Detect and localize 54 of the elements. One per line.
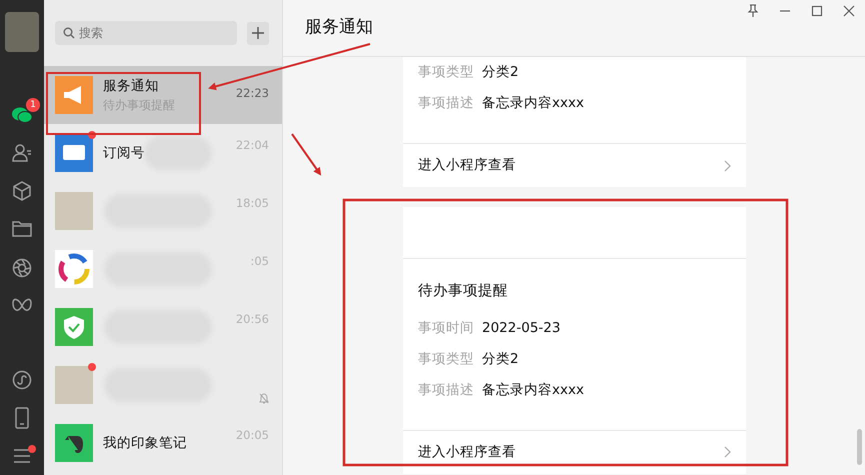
mini-program-icon (12, 370, 32, 390)
search-field[interactable]: 搜索 (55, 21, 237, 45)
shield-icon (55, 308, 93, 346)
link-text: 进入小程序查看 (418, 156, 516, 176)
field-value: 2022-05-23 (482, 318, 560, 338)
field-label: 事项描述 (418, 380, 474, 400)
field-value: 备忘录内容xxxx (482, 380, 584, 400)
message-time: :05 (250, 253, 269, 270)
menu-icon (13, 448, 31, 463)
unread-badge: 1 (26, 98, 40, 112)
photo-placeholder (55, 192, 93, 230)
scrollbar-thumb (857, 429, 862, 465)
chat-list-item[interactable]: 我的印象笔记 20:05 (44, 414, 282, 472)
megaphone-icon (55, 76, 93, 114)
phone-icon (15, 406, 29, 429)
message-time: 20:56 (236, 311, 269, 328)
message-time: 22:04 (236, 137, 269, 154)
add-button[interactable] (247, 22, 269, 44)
close-icon (842, 4, 856, 18)
chevron-right-icon (724, 160, 731, 172)
chat-bubbles-icon (11, 106, 33, 124)
contact-name: 订阅号 (103, 144, 146, 163)
screen-icon (55, 134, 93, 172)
contact-name: 我的印象笔记 (103, 434, 188, 453)
field-label: 事项类型 (418, 63, 474, 82)
maximize-icon (810, 4, 824, 18)
aperture-icon (12, 258, 32, 278)
person-icon (12, 142, 32, 163)
plus-icon (252, 26, 264, 39)
message-time: 18:05 (236, 195, 269, 212)
link-text: 进入小程序查看 (418, 443, 516, 462)
open-mini-program-link[interactable]: 进入小程序查看 (403, 430, 746, 474)
field-label: 事项描述 (418, 94, 474, 113)
folder-icon (12, 220, 32, 238)
photo-placeholder (55, 366, 93, 404)
chat-title: 服务通知 (305, 16, 373, 40)
field-value: 分类2 (482, 63, 519, 82)
rings-icon (55, 250, 93, 288)
field-value: 备忘录内容xxxx (482, 94, 584, 113)
sidebar-button[interactable]: 1 (0, 96, 44, 134)
chat-list-item[interactable]: 订阅号 22:04 (44, 124, 282, 182)
field-label: 事项时间 (418, 318, 474, 338)
card-title: 待办事项提醒 (418, 282, 509, 301)
chevron-right-icon (724, 446, 731, 458)
message-time: 20:05 (236, 427, 269, 444)
message-time: 22:23 (236, 85, 269, 102)
contact-name: 服务通知 (103, 76, 160, 96)
search-icon (63, 27, 75, 39)
field-label: 事项类型 (418, 350, 474, 369)
arrow (291, 133, 322, 176)
pin-icon (746, 4, 760, 18)
field-value: 分类2 (482, 350, 519, 369)
cube-icon (12, 181, 32, 202)
open-mini-program-link[interactable]: 进入小程序查看 (403, 143, 746, 187)
